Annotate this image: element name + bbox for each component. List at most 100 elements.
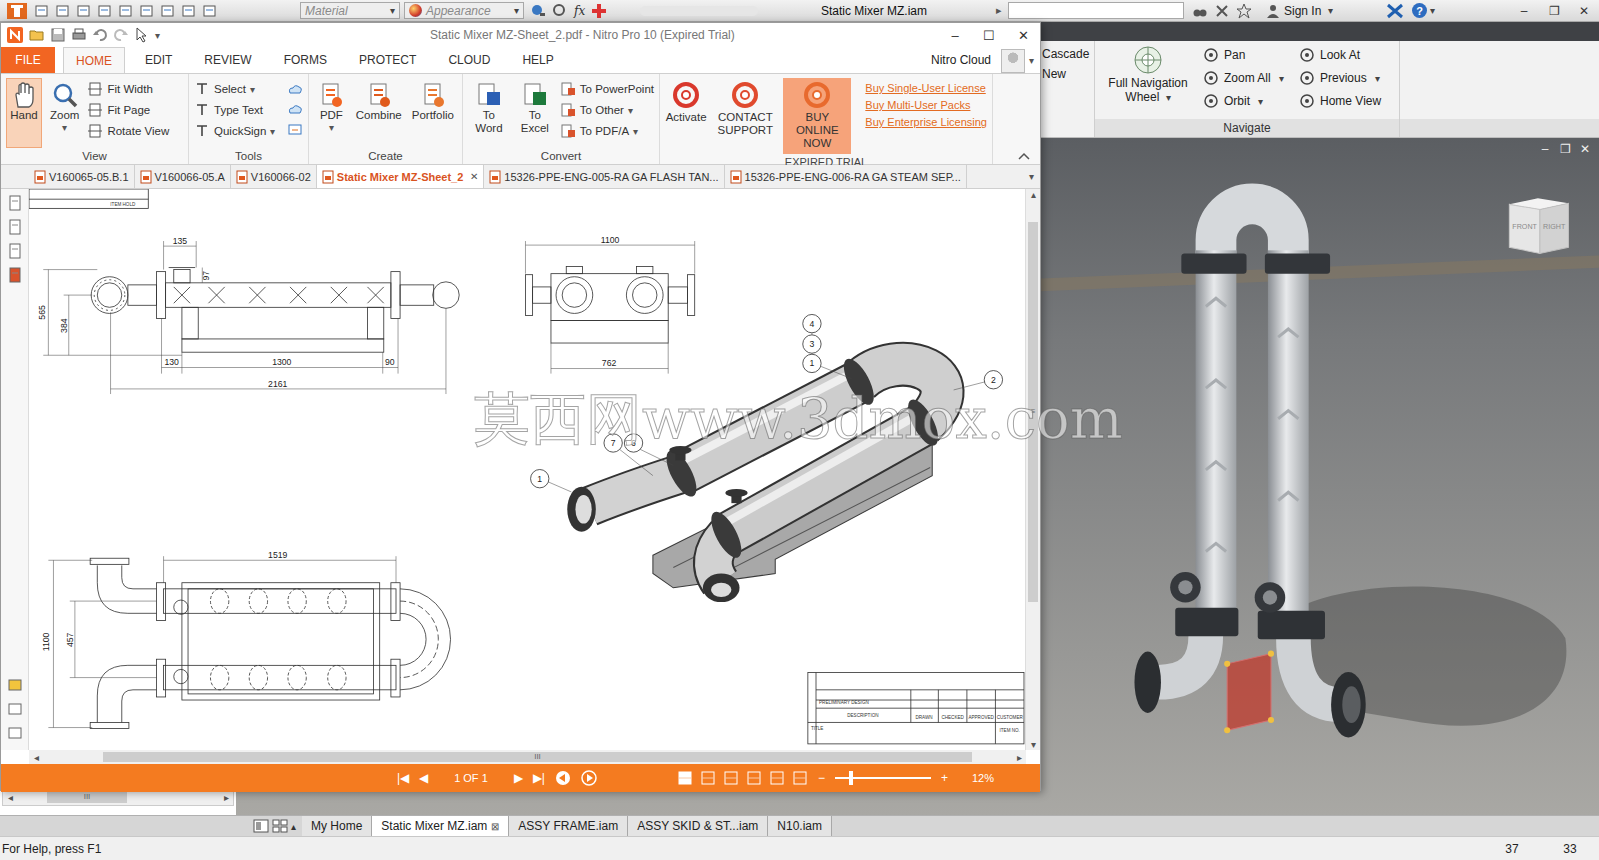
pdf-page[interactable]: ITEM HOLD4312761135975653841301300902161…	[29, 189, 1025, 750]
exchange-x-icon[interactable]	[1386, 3, 1404, 19]
parameters-button[interactable]: fx	[574, 4, 585, 18]
material-dropdown[interactable]: Material▾	[300, 2, 400, 19]
zoom-slider[interactable]	[835, 777, 931, 779]
last-page-button[interactable]: ▶|	[533, 771, 545, 785]
convert-tool[interactable]: To PDF/A▾	[560, 122, 654, 140]
trial-button[interactable]: BUY ONLINE NOW	[783, 78, 851, 154]
trial-button[interactable]: Activate	[665, 78, 707, 127]
redo-icon[interactable]	[118, 3, 134, 19]
zoom-level[interactable]: 12%	[972, 772, 994, 784]
sign-in-button[interactable]: Sign In▾	[1266, 4, 1378, 18]
license-link[interactable]: Buy Single-User License	[865, 82, 987, 94]
navigate-tool[interactable]: Look At	[1299, 45, 1389, 65]
star-icon[interactable]	[1236, 3, 1252, 19]
appearance-dropdown[interactable]: Appearance▾	[404, 2, 524, 19]
cloud-upload-icon[interactable]	[287, 102, 303, 116]
zoom-in-button[interactable]: +	[941, 771, 948, 785]
navigate-tool[interactable]: Zoom All▾	[1203, 68, 1293, 88]
document-tab[interactable]: Static Mixer MZ-Sheet_2✕	[317, 165, 485, 188]
create-button[interactable]: Portfolio	[409, 78, 457, 125]
window-control-button[interactable]: ☐	[972, 28, 1006, 43]
window-item[interactable]: New	[1042, 67, 1094, 81]
subscription-icon[interactable]	[1214, 3, 1230, 19]
navigate-tool[interactable]: Pan	[1203, 45, 1293, 65]
document-tab[interactable]: 15326-PPE-ENG-005-RA GA FLASH TAN...	[484, 165, 724, 188]
binoculars-icon[interactable]	[1192, 3, 1208, 19]
document-tab[interactable]: Static Mixer MZ.iam⊠	[372, 816, 509, 836]
document-tab[interactable]: V160066-02	[231, 165, 317, 188]
license-link[interactable]: Buy Enterprise Licensing	[865, 116, 987, 128]
menu-tab[interactable]: HELP	[510, 47, 565, 73]
cursor-icon[interactable]	[134, 27, 150, 43]
license-link[interactable]: Buy Multi-User Packs	[865, 99, 987, 111]
cascade-icon[interactable]	[272, 819, 288, 833]
navigate-tool[interactable]: Orbit▾	[1203, 91, 1293, 111]
help-button[interactable]: ?▾	[1412, 3, 1435, 18]
create-button[interactable]: Combine	[353, 78, 405, 125]
menu-tab[interactable]: HOME	[63, 47, 125, 73]
navigate-tool[interactable]: Home View	[1299, 91, 1389, 111]
home-icon[interactable]	[139, 3, 155, 19]
stamp-icon[interactable]	[287, 122, 303, 136]
view-tool[interactable]: Fit Page	[87, 101, 169, 119]
menu-tab[interactable]: PROTECT	[347, 47, 428, 73]
previous-page-button[interactable]: ◀	[419, 771, 428, 785]
tool-button[interactable]: QuickSign▾	[194, 122, 275, 140]
tile-icon[interactable]	[253, 819, 269, 833]
full-view-icon[interactable]	[792, 770, 808, 786]
convert-button[interactable]: To Excel	[514, 78, 556, 138]
redo-icon[interactable]	[113, 27, 129, 43]
menu-tab[interactable]: FILE	[1, 47, 55, 73]
document-tab[interactable]: ASSY SKID & ST...iam	[628, 816, 768, 836]
hand-button[interactable]: Hand	[6, 78, 42, 148]
window-control-button[interactable]: –	[938, 28, 972, 43]
tabs-toggle[interactable]: ▴	[291, 821, 296, 832]
page-indicator[interactable]: 1 OF 1	[438, 772, 504, 784]
save-icon[interactable]	[76, 3, 92, 19]
convert-tool[interactable]: To Other▾	[560, 101, 654, 119]
pages-icon[interactable]	[7, 195, 23, 211]
copy-icon[interactable]	[160, 3, 176, 19]
layers-icon[interactable]	[7, 243, 23, 259]
single-view-icon[interactable]	[677, 770, 693, 786]
convert-button[interactable]: To Word	[468, 78, 510, 138]
select-icon[interactable]	[181, 3, 197, 19]
menu-tab[interactable]: CLOUD	[436, 47, 502, 73]
mixer-model[interactable]	[1134, 204, 1365, 738]
attachments-icon[interactable]	[7, 702, 23, 718]
nitro-cloud-button[interactable]: Nitro Cloud	[931, 47, 997, 73]
convert-tool[interactable]: To PowerPoint	[560, 80, 654, 98]
tool-button[interactable]: Select▾	[194, 80, 275, 98]
document-tab[interactable]: V160065-05.B.1	[29, 165, 135, 188]
continuous-view-icon[interactable]	[700, 770, 716, 786]
bookmarks-icon[interactable]	[7, 267, 23, 283]
document-tab[interactable]: N10.iam	[768, 816, 832, 836]
inventor-logo-icon[interactable]	[0, 2, 34, 20]
view-tool[interactable]: Rotate View	[87, 122, 169, 140]
window-control-button[interactable]: ✕	[1569, 4, 1599, 18]
menu-tab[interactable]: FORMS	[272, 47, 339, 73]
document-tab[interactable]: V160066-05.A	[135, 165, 231, 188]
window-control-button[interactable]: ❐	[1539, 4, 1569, 18]
window-control-button[interactable]: –	[1509, 4, 1539, 18]
fit-view-icon[interactable]	[769, 770, 785, 786]
fields-icon[interactable]	[7, 726, 23, 742]
horizontal-scrollbar[interactable]: ◂III▸	[29, 750, 1026, 764]
add-plus-icon[interactable]	[591, 3, 607, 19]
more-button[interactable]: ▸	[990, 4, 1008, 17]
window-control-button[interactable]: ✕	[1006, 28, 1040, 43]
previous-view-icon[interactable]	[555, 770, 571, 786]
selected-face[interactable]	[1227, 654, 1271, 731]
navigate-tool[interactable]: Previous▾	[1299, 68, 1389, 88]
window-item[interactable]: Cascade	[1042, 47, 1094, 61]
tabs-menu-button[interactable]: ▾	[1023, 171, 1040, 182]
comments-icon[interactable]	[7, 678, 23, 694]
save-icon[interactable]	[50, 27, 66, 43]
document-tab[interactable]: My Home	[302, 816, 372, 836]
viewport-control-button[interactable]: –	[1537, 142, 1553, 156]
nitro-logo-icon[interactable]	[6, 26, 24, 44]
search-field[interactable]	[1008, 2, 1184, 19]
vertical-scrollbar[interactable]: ▴≡▾	[1025, 189, 1040, 750]
viewcube[interactable]: FRONTRIGHT	[1509, 198, 1568, 253]
undo-icon[interactable]	[92, 27, 108, 43]
